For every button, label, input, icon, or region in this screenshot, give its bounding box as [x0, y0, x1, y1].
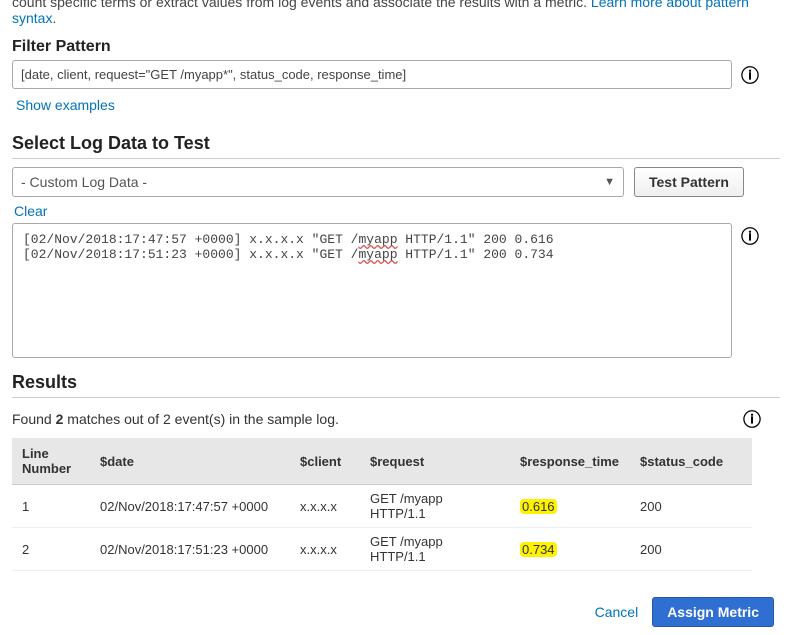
cancel-link[interactable]: Cancel: [595, 604, 639, 620]
col-client: $client: [290, 438, 360, 485]
cell-client: x.x.x.x: [290, 485, 360, 528]
log-events-textarea[interactable]: [02/Nov/2018:17:47:57 +0000] x.x.x.x "GE…: [12, 223, 732, 358]
log-line: [02/Nov/2018:17:47:57 +0000] x.x.x.x "GE…: [23, 232, 554, 247]
log-data-select-value: - Custom Log Data -: [21, 174, 147, 190]
col-response-time: $response_time: [510, 438, 630, 485]
cell-date: 02/Nov/2018:17:51:23 +0000: [90, 528, 290, 571]
filter-pattern-field-wrap: [date, client, request="GET /myapp*", st…: [12, 60, 732, 89]
filter-pattern-input[interactable]: [date, client, request="GET /myapp*", st…: [12, 60, 732, 89]
results-header: Results: [12, 372, 780, 398]
info-icon[interactable]: ⓘ: [740, 223, 760, 249]
col-date: $date: [90, 438, 290, 485]
cell-response-time: 0.734: [510, 528, 630, 571]
show-examples-link[interactable]: Show examples: [16, 97, 115, 113]
cell-line: 1: [12, 485, 90, 528]
clear-link[interactable]: Clear: [14, 203, 47, 219]
cell-status-code: 200: [630, 528, 752, 571]
results-table: Line Number $date $client $request $resp…: [12, 438, 752, 571]
intro-fragment: count specific terms or extract values f…: [12, 0, 591, 10]
cell-request: GET /myapp HTTP/1.1: [360, 528, 510, 571]
cell-date: 02/Nov/2018:17:47:57 +0000: [90, 485, 290, 528]
intro-text: count specific terms or extract values f…: [12, 0, 780, 26]
cell-request: GET /myapp HTTP/1.1: [360, 485, 510, 528]
log-data-select[interactable]: - Custom Log Data - ▼: [12, 167, 624, 197]
chevron-down-icon: ▼: [604, 176, 615, 188]
cell-line: 2: [12, 528, 90, 571]
select-log-data-header: Select Log Data to Test: [12, 133, 780, 159]
results-summary: Found 2 matches out of 2 event(s) in the…: [12, 411, 339, 427]
table-row: 1 02/Nov/2018:17:47:57 +0000 x.x.x.x GET…: [12, 485, 752, 528]
test-pattern-button[interactable]: Test Pattern: [634, 167, 744, 197]
filter-pattern-label: Filter Pattern: [12, 38, 780, 56]
intro-tail: .: [52, 10, 56, 26]
assign-metric-button[interactable]: Assign Metric: [652, 597, 774, 627]
cell-response-time: 0.616: [510, 485, 630, 528]
col-request: $request: [360, 438, 510, 485]
table-header-row: Line Number $date $client $request $resp…: [12, 438, 752, 485]
filter-pattern-value: [date, client, request="GET /myapp*", st…: [21, 67, 406, 82]
log-line: [02/Nov/2018:17:51:23 +0000] x.x.x.x "GE…: [23, 247, 554, 262]
table-row: 2 02/Nov/2018:17:51:23 +0000 x.x.x.x GET…: [12, 528, 752, 571]
col-status-code: $status_code: [630, 438, 752, 485]
footer-actions: Cancel Assign Metric: [18, 597, 774, 627]
col-line-number: Line Number: [12, 438, 90, 485]
info-icon[interactable]: ⓘ: [740, 62, 760, 88]
cell-client: x.x.x.x: [290, 528, 360, 571]
cell-status-code: 200: [630, 485, 752, 528]
info-icon[interactable]: ⓘ: [742, 406, 762, 432]
